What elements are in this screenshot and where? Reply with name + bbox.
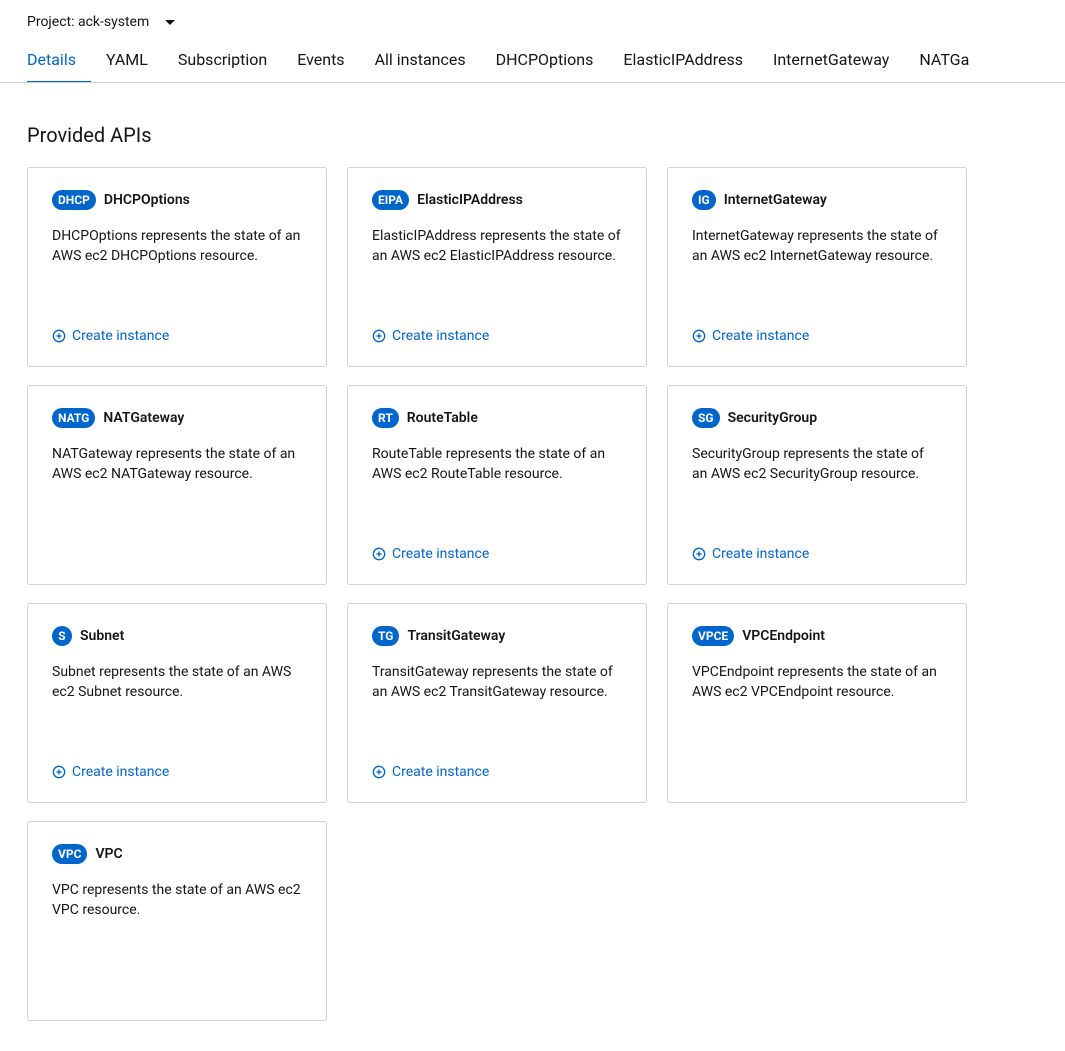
api-title[interactable]: NATGateway (103, 410, 184, 426)
tab-subscription[interactable]: Subscription (163, 40, 282, 83)
api-badge: VPC (52, 844, 87, 864)
create-instance-label: Create instance (72, 764, 169, 780)
tab-natga[interactable]: NATGa (904, 40, 984, 83)
plus-circle-icon (52, 329, 66, 343)
tab-details[interactable]: Details (27, 40, 91, 83)
api-badge: SG (692, 408, 720, 428)
api-title[interactable]: DHCPOptions (104, 192, 190, 208)
create-instance-link[interactable]: Create instance (52, 328, 302, 344)
api-cards-grid: DHCP DHCPOptions DHCPOptions represents th… (0, 167, 1065, 1051)
api-badge: VPCE (692, 626, 734, 646)
api-card-transitgateway: TG TransitGateway TransitGateway represent… (347, 603, 647, 803)
create-instance-link[interactable]: Create instance (372, 764, 622, 780)
api-title[interactable]: VPCEndpoint (742, 628, 825, 644)
card-header: IG InternetGateway (692, 190, 942, 210)
card-header: SG SecurityGroup (692, 408, 942, 428)
api-badge: EIPA (372, 190, 409, 210)
card-header: VPC VPC (52, 844, 302, 864)
api-description: TransitGateway represents the state of a… (372, 662, 622, 736)
api-title[interactable]: RouteTable (407, 410, 478, 426)
plus-circle-icon (372, 329, 386, 343)
api-title[interactable]: ElasticIPAddress (417, 192, 523, 208)
tab-yaml[interactable]: YAML (91, 40, 163, 83)
create-instance-label: Create instance (392, 328, 489, 344)
api-description: SecurityGroup represents the state of an… (692, 444, 942, 518)
plus-circle-icon (52, 765, 66, 779)
api-badge: NATG (52, 408, 95, 428)
api-title[interactable]: Subnet (80, 628, 124, 644)
project-label: Project: ack-system (27, 14, 149, 30)
api-badge: DHCP (52, 190, 96, 210)
api-card-routetable: RT RouteTable RouteTable represents the st… (347, 385, 647, 585)
tab-internetgateway[interactable]: InternetGateway (758, 40, 904, 83)
tab-elasticipaddress[interactable]: ElasticIPAddress (608, 40, 758, 83)
api-description: NATGateway represents the state of an AW… (52, 444, 302, 562)
api-card-elasticipaddress: EIPA ElasticIPAddress ElasticIPAddress rep… (347, 167, 647, 367)
create-instance-link[interactable]: Create instance (692, 328, 942, 344)
api-title[interactable]: TransitGateway (407, 628, 505, 644)
api-description: VPCEndpoint represents the state of an A… (692, 662, 942, 780)
plus-circle-icon (372, 547, 386, 561)
plus-circle-icon (692, 329, 706, 343)
tab-all-instances[interactable]: All instances (360, 40, 481, 83)
api-card-natgateway: NATG NATGateway NATGateway represents the … (27, 385, 327, 585)
card-header: TG TransitGateway (372, 626, 622, 646)
card-header: NATG NATGateway (52, 408, 302, 428)
api-description: InternetGateway represents the state of … (692, 226, 942, 300)
card-header: S Subnet (52, 626, 302, 646)
api-badge: S (52, 626, 72, 646)
create-instance-label: Create instance (712, 328, 809, 344)
create-instance-link[interactable]: Create instance (372, 328, 622, 344)
card-header: VPCE VPCEndpoint (692, 626, 942, 646)
api-title[interactable]: InternetGateway (724, 192, 827, 208)
plus-circle-icon (372, 765, 386, 779)
api-badge: TG (372, 626, 399, 646)
chevron-down-icon (165, 20, 175, 25)
api-description: DHCPOptions represents the state of an A… (52, 226, 302, 300)
create-instance-label: Create instance (392, 546, 489, 562)
api-card-securitygroup: SG SecurityGroup SecurityGroup represents … (667, 385, 967, 585)
api-card-vpcendpoint: VPCE VPCEndpoint VPCEndpoint represents th… (667, 603, 967, 803)
api-title[interactable]: SecurityGroup (728, 410, 818, 426)
api-badge: RT (372, 408, 399, 428)
create-instance-link[interactable]: Create instance (52, 764, 302, 780)
plus-circle-icon (692, 547, 706, 561)
section-title: Provided APIs (0, 83, 1065, 167)
create-instance-link[interactable]: Create instance (692, 546, 942, 562)
api-description: Subnet represents the state of an AWS ec… (52, 662, 302, 736)
api-title[interactable]: VPC (95, 846, 122, 862)
create-instance-label: Create instance (712, 546, 809, 562)
create-instance-label: Create instance (392, 764, 489, 780)
api-description: VPC represents the state of an AWS ec2 V… (52, 880, 302, 998)
api-card-dhcpoptions: DHCP DHCPOptions DHCPOptions represents th… (27, 167, 327, 367)
tabs: DetailsYAMLSubscriptionEventsAll instanc… (0, 40, 1065, 83)
api-card-vpc: VPC VPC VPC represents the state of an AWS… (27, 821, 327, 1021)
create-instance-label: Create instance (72, 328, 169, 344)
create-instance-link[interactable]: Create instance (372, 546, 622, 562)
api-description: RouteTable represents the state of an AW… (372, 444, 622, 518)
tab-dhcpoptions[interactable]: DHCPOptions (481, 40, 609, 83)
project-selector[interactable]: Project: ack-system (0, 0, 1065, 40)
card-header: RT RouteTable (372, 408, 622, 428)
api-card-internetgateway: IG InternetGateway InternetGateway represe… (667, 167, 967, 367)
api-card-subnet: S Subnet Subnet represents the state of an… (27, 603, 327, 803)
api-description: ElasticIPAddress represents the state of… (372, 226, 622, 300)
api-badge: IG (692, 190, 716, 210)
card-header: EIPA ElasticIPAddress (372, 190, 622, 210)
card-header: DHCP DHCPOptions (52, 190, 302, 210)
tab-events[interactable]: Events (282, 40, 359, 83)
